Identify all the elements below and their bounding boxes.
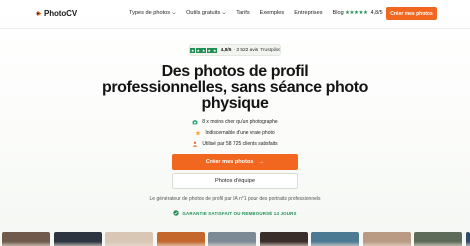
example-photo-thumbnail bbox=[2, 232, 50, 246]
example-photo-thumbnail bbox=[362, 232, 411, 246]
check-circle-icon bbox=[173, 210, 180, 216]
nav-divider bbox=[0, 28, 470, 29]
feature-item: 8 x moins cher qu'un photographe bbox=[0, 116, 470, 127]
nav-item-label: Types de photos bbox=[129, 10, 171, 16]
feature-item: Utilisé par 58 725 clients satisfaits bbox=[0, 138, 470, 149]
nav-item-label: Exemples bbox=[259, 10, 285, 16]
nav-item-outils-gratuits[interactable]: Outils gratuits bbox=[186, 10, 226, 16]
example-photo-thumbnail bbox=[105, 232, 153, 246]
users-icon bbox=[193, 141, 198, 147]
chevron-down-icon bbox=[222, 12, 226, 15]
create-photos-button[interactable]: Créer mes photos → bbox=[172, 154, 298, 170]
nav-item-exemples[interactable]: Exemples bbox=[260, 10, 285, 16]
brand-name: PhotoCV bbox=[44, 9, 78, 18]
nav-item-label: Tarifs bbox=[236, 10, 250, 16]
feature-text: Utilisé par 58 725 clients satisfaits bbox=[202, 140, 278, 147]
nav-item-entreprises[interactable]: Entreprises bbox=[294, 10, 322, 16]
team-photos-button[interactable]: Photos d'équipe bbox=[172, 173, 298, 189]
nav-item-types-de-photos[interactable]: Types de photos bbox=[129, 10, 176, 16]
rating-score: 4,8/5 bbox=[220, 47, 232, 53]
example-photo-thumbnail bbox=[259, 232, 308, 246]
trustpilot-rating-badge[interactable]: ★ ★ ★ ★ ★ 4,8/5 · 3 522 avis Trustpilot bbox=[189, 44, 281, 56]
review-count: · 3 522 avis bbox=[233, 47, 259, 53]
top-navigation: PhotoCV Types de photos Outils gratuits … bbox=[0, 0, 470, 28]
example-photo-thumbnail bbox=[465, 232, 470, 246]
nav-item-label: Entreprises bbox=[294, 10, 323, 16]
nav-create-photos-button[interactable]: Créer mes photos bbox=[386, 7, 437, 20]
logo-mark-icon bbox=[36, 10, 42, 17]
nav-item-blog[interactable]: Blog bbox=[333, 10, 344, 16]
example-photo-thumbnail bbox=[53, 232, 102, 246]
example-photo-thumbnail bbox=[208, 232, 256, 246]
camera-icon bbox=[192, 119, 198, 124]
trustpilot-stars-icon: ★ ★ ★ ★ ★ bbox=[190, 47, 218, 53]
guarantee-badge: GARANTIE SATISFAIT OU REMBOURSÉ 14 JOURS bbox=[0, 210, 470, 216]
chevron-down-icon bbox=[172, 12, 176, 15]
feature-list: 8 x moins cher qu'un photographe Indisce… bbox=[0, 116, 470, 149]
hero-subtext: Le générateur de photos de profil par IA… bbox=[149, 196, 321, 202]
nav-links: Types de photos Outils gratuits Tarifs E… bbox=[129, 10, 354, 16]
nav-item-label: Blog bbox=[332, 10, 344, 16]
logo[interactable]: PhotoCV bbox=[36, 9, 77, 18]
feature-text: Indiscernable d'une vraie photo bbox=[205, 129, 275, 136]
example-photos-strip bbox=[0, 232, 470, 246]
example-photo-thumbnail bbox=[311, 232, 359, 246]
nav-item-tarifs[interactable]: Tarifs bbox=[236, 10, 249, 16]
example-photo-thumbnail bbox=[156, 232, 205, 246]
nav-rating-score: 4,8/5 bbox=[370, 10, 383, 16]
feature-item: Indiscernable d'une vraie photo bbox=[0, 127, 470, 138]
example-photo-thumbnail bbox=[414, 232, 462, 246]
arrow-right-icon: → bbox=[258, 159, 265, 165]
trustpilot-label: Trustpilot bbox=[260, 47, 280, 53]
star-icon bbox=[195, 129, 201, 135]
guarantee-text: GARANTIE SATISFAIT OU REMBOURSÉ 14 JOURS bbox=[182, 210, 297, 216]
nav-item-label: Outils gratuits bbox=[186, 10, 221, 16]
nav-rating: ★★★★★ 4,8/5 bbox=[345, 10, 383, 16]
create-photos-label: Créer mes photos bbox=[205, 159, 254, 165]
feature-text: 8 x moins cher qu'un photographe bbox=[202, 118, 278, 125]
hero-headline: Des photos de profil professionnelles, s… bbox=[101, 63, 369, 112]
rating-stars-icon: ★★★★★ bbox=[345, 10, 368, 16]
